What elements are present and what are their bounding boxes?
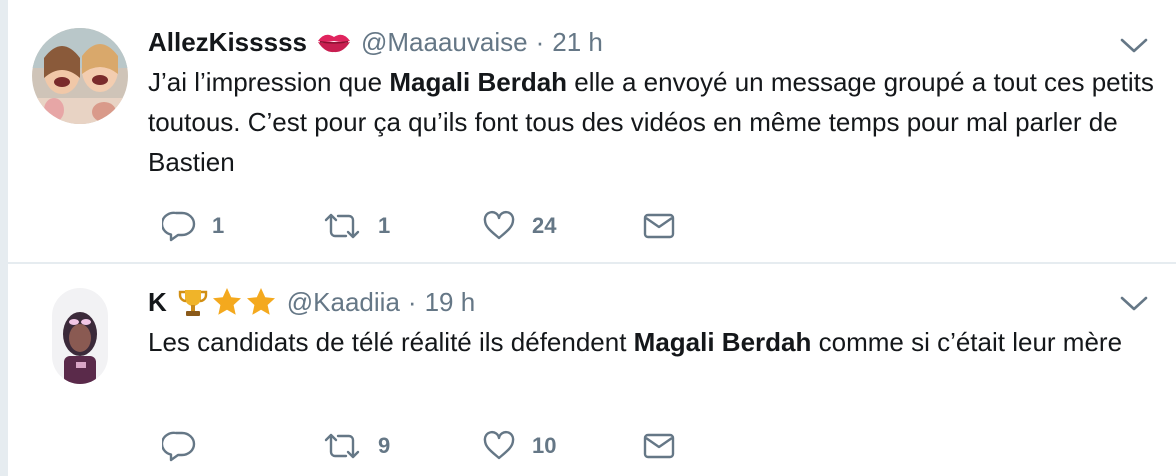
heart-icon: [482, 430, 516, 462]
direct-message-button[interactable]: [642, 426, 676, 466]
display-name[interactable]: AllezKisssss: [148, 27, 307, 58]
tweet-header: K @Kaadiia · 19 h: [148, 284, 475, 320]
avatar[interactable]: [52, 288, 108, 384]
reply-icon: [162, 430, 196, 462]
reply-count: 1: [212, 213, 225, 238]
retweet-icon: [322, 430, 362, 462]
timestamp[interactable]: 19 h: [425, 287, 476, 318]
tweet-text: Les candidats de télé réalité ils défend…: [148, 322, 1158, 362]
tweet-text-before: Les candidats de télé réalité ils défend…: [148, 327, 634, 357]
avatar-photo: [52, 288, 108, 384]
tweet[interactable]: K @Kaadiia · 19 h Les candidats de télé …: [8, 264, 1176, 476]
like-count: 24: [532, 213, 557, 238]
tweet-header: AllezKisssss @Maaauvaise · 21 h: [148, 24, 603, 60]
reply-button[interactable]: 1: [162, 206, 224, 246]
chevron-down-icon[interactable]: [1118, 294, 1150, 314]
direct-message-button[interactable]: [642, 206, 676, 246]
envelope-icon: [642, 210, 676, 242]
tweet-text-before: J’ai l’impression que: [148, 67, 390, 97]
tweet-text-after: comme si c’était leur mère: [811, 327, 1123, 357]
lips-emoji-icon: [317, 31, 351, 53]
star-icon: [245, 286, 277, 318]
heart-icon: [482, 210, 516, 242]
mention-bold: Magali Berdah: [633, 327, 812, 357]
retweet-icon: [322, 210, 362, 242]
timeline: AllezKisssss @Maaauvaise · 21 h J’ai l’i…: [0, 0, 1176, 476]
avatar-photo: [32, 28, 128, 124]
display-name[interactable]: K: [148, 287, 167, 318]
retweet-button[interactable]: 9: [322, 426, 390, 466]
timestamp[interactable]: 21 h: [552, 27, 603, 58]
retweet-count: 9: [378, 433, 391, 458]
tweet[interactable]: AllezKisssss @Maaauvaise · 21 h J’ai l’i…: [8, 0, 1176, 262]
user-handle[interactable]: @Kaadiia: [287, 287, 400, 318]
reply-button[interactable]: [162, 426, 212, 466]
like-count: 10: [532, 433, 557, 458]
avatar[interactable]: [32, 28, 128, 124]
chevron-down-icon[interactable]: [1118, 36, 1150, 56]
user-handle[interactable]: @Maaauvaise: [361, 27, 528, 58]
trophy-icon: [177, 286, 209, 318]
tweet-text: J’ai l’impression que Magali Berdah elle…: [148, 62, 1158, 182]
timeline-left-edge: [0, 0, 8, 476]
reply-icon: [162, 210, 196, 242]
separator-dot: ·: [535, 26, 545, 57]
retweet-count: 1: [378, 213, 391, 238]
star-icon: [211, 286, 243, 318]
separator-dot: ·: [407, 286, 417, 317]
retweet-button[interactable]: 1: [322, 206, 390, 246]
like-button[interactable]: 24: [482, 206, 556, 246]
like-button[interactable]: 10: [482, 426, 556, 466]
envelope-icon: [642, 430, 676, 462]
mention-bold: Magali Berdah: [389, 67, 568, 97]
